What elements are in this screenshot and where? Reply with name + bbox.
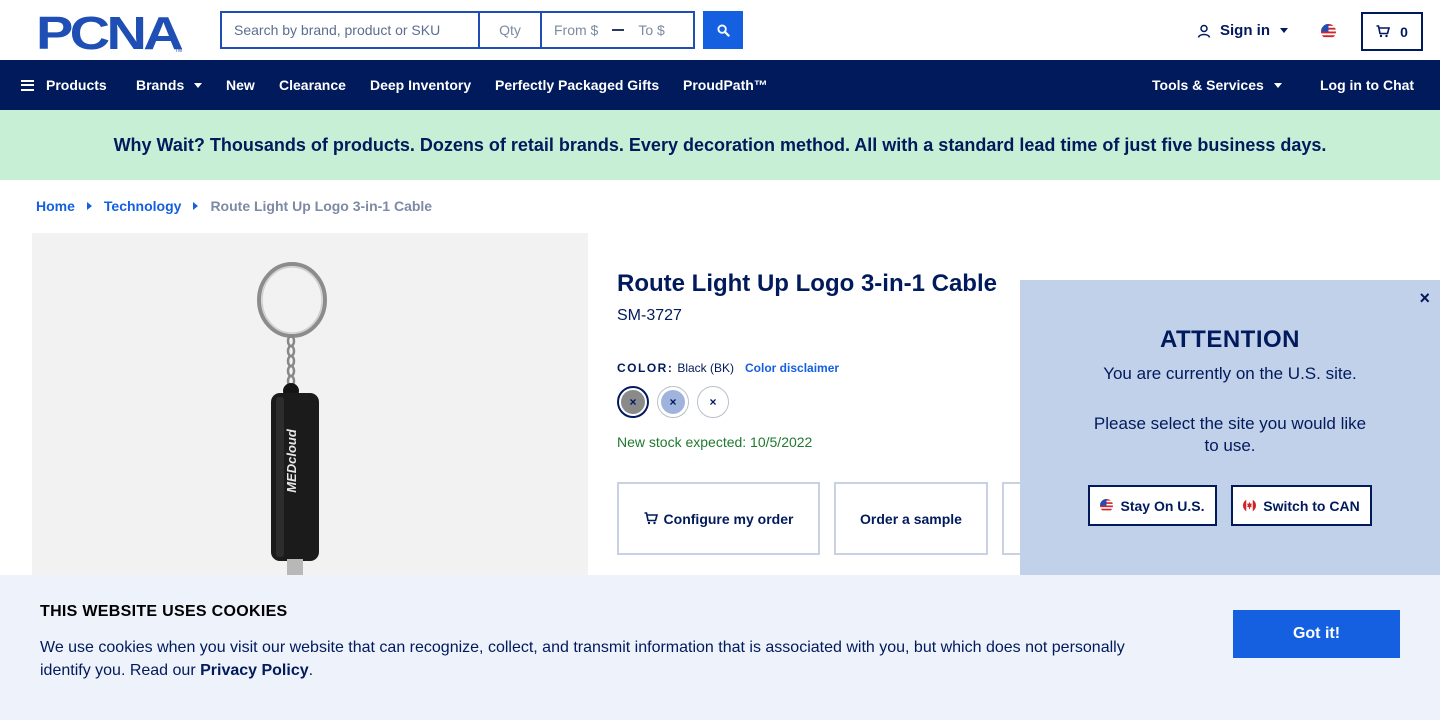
swatch-white-fill: × [701, 390, 725, 414]
chevron-right-icon [193, 202, 199, 210]
swatch-black-fill: × [621, 390, 645, 414]
sign-in-menu[interactable]: Sign in [1197, 22, 1288, 39]
product-title: Route Light Up Logo 3-in-1 Cable [617, 270, 997, 297]
price-range: From $ To $ [540, 11, 695, 49]
pcna-logo[interactable]: PCNA TM [36, 12, 186, 54]
nav-gifts[interactable]: Perfectly Packaged Gifts [495, 60, 659, 110]
order-sample-label: Order a sample [860, 510, 962, 527]
stock-note: New stock expected: 10/5/2022 [617, 434, 813, 450]
breadcrumb-current: Route Light Up Logo 3-in-1 Cable [210, 198, 433, 214]
color-row: COLOR: Black (BK) Color disclaimer [617, 361, 839, 375]
swatch-blue[interactable]: × [657, 386, 689, 418]
color-value: Black (BK) [677, 361, 735, 375]
us-flag-icon[interactable] [1321, 24, 1336, 39]
chevron-down-icon [1280, 28, 1288, 33]
stay-us-label: Stay On U.S. [1120, 497, 1205, 514]
nav-proudpath[interactable]: ProudPath™ [683, 60, 768, 110]
range-dash [612, 29, 625, 31]
swatch-white[interactable]: × [697, 386, 729, 418]
breadcrumb: Home Technology Route Light Up Logo 3-in… [36, 198, 432, 214]
nav-chat[interactable]: Log in to Chat [1320, 60, 1414, 110]
price-from-input[interactable]: From $ [554, 22, 598, 38]
chevron-right-icon [86, 202, 92, 210]
sign-in-label: Sign in [1220, 22, 1270, 39]
popup-message-select: Please select the site you would like to… [1093, 414, 1367, 455]
cookie-end: . [308, 662, 314, 679]
cart-button[interactable]: 0 [1361, 12, 1423, 51]
popup-message-current-site: You are currently on the U.S. site. [1103, 364, 1357, 383]
menu-icon [21, 79, 34, 91]
popup-title: ATTENTION [1159, 326, 1301, 353]
search-input[interactable]: Search by brand, product or SKU [220, 11, 478, 49]
canada-flag-icon [1243, 499, 1257, 512]
stay-us-button[interactable]: Stay On U.S. [1088, 485, 1217, 526]
nav-products-label: Products [46, 77, 107, 93]
region-select-popup: × ATTENTION You are currently on the U.S… [1020, 280, 1440, 580]
chevron-down-icon [194, 82, 203, 88]
chevron-down-icon [1273, 82, 1282, 88]
breadcrumb-technology[interactable]: Technology [104, 198, 182, 214]
image-logo-text: MEDcloud [284, 428, 299, 493]
nav-brands[interactable]: Brands [136, 60, 203, 110]
svg-text:TM: TM [175, 48, 182, 54]
promo-banner: Why Wait? Thousands of products. Dozens … [0, 110, 1440, 180]
switch-can-button[interactable]: Switch to CAN [1231, 485, 1372, 526]
configure-order-button[interactable]: Configure my order [617, 482, 820, 555]
cookie-title: THIS WEBSITE USES COOKIES [40, 603, 288, 620]
configure-order-label: Configure my order [663, 510, 794, 527]
cart-icon [644, 512, 658, 525]
nav-brands-label: Brands [136, 77, 185, 93]
nav-tools-label: Tools & Services [1152, 77, 1264, 93]
main-nav: Products Brands New Clearance Deep Inven… [0, 60, 1440, 110]
nav-clearance[interactable]: Clearance [279, 60, 346, 110]
color-disclaimer-link[interactable]: Color disclaimer [745, 361, 839, 375]
promo-text: Why Wait? Thousands of products. Dozens … [113, 134, 1327, 155]
product-sku: SM-3727 [617, 307, 682, 324]
color-swatches: × × × [617, 386, 729, 418]
color-label: COLOR: [617, 361, 674, 375]
got-it-button[interactable]: Got it! [1233, 610, 1400, 658]
search-bar: Search by brand, product or SKU Qty From… [220, 11, 695, 49]
price-to-input[interactable]: To $ [638, 22, 664, 38]
cart-icon [1376, 25, 1391, 38]
nav-deep-inventory[interactable]: Deep Inventory [370, 60, 471, 110]
nav-new[interactable]: New [226, 60, 255, 110]
swatch-blue-fill: × [661, 390, 685, 414]
qty-input[interactable]: Qty [478, 11, 540, 49]
switch-can-label: Switch to CAN [1263, 497, 1360, 514]
nav-tools-services[interactable]: Tools & Services [1152, 60, 1282, 110]
cookie-banner: THIS WEBSITE USES COOKIES We use cookies… [0, 575, 1440, 720]
order-sample-button[interactable]: Order a sample [834, 482, 988, 555]
logo-text: PCNA [36, 12, 182, 54]
search-button[interactable] [703, 11, 743, 49]
top-header: PCNA TM Search by brand, product or SKU … [0, 0, 1440, 60]
user-icon [1197, 24, 1211, 38]
close-icon[interactable]: × [1419, 288, 1430, 309]
us-flag-icon [1100, 499, 1114, 512]
breadcrumb-home[interactable]: Home [36, 198, 75, 214]
nav-products[interactable]: Products [21, 60, 107, 110]
product-image[interactable]: MEDcloud [32, 233, 588, 633]
keychain-cable-image: MEDcloud [257, 262, 327, 579]
privacy-policy-link[interactable]: Privacy Policy [200, 662, 309, 679]
search-icon [716, 23, 730, 37]
cart-count: 0 [1400, 23, 1408, 40]
swatch-black[interactable]: × [617, 386, 649, 418]
cookie-text: We use cookies when you visit our websit… [40, 636, 1150, 682]
